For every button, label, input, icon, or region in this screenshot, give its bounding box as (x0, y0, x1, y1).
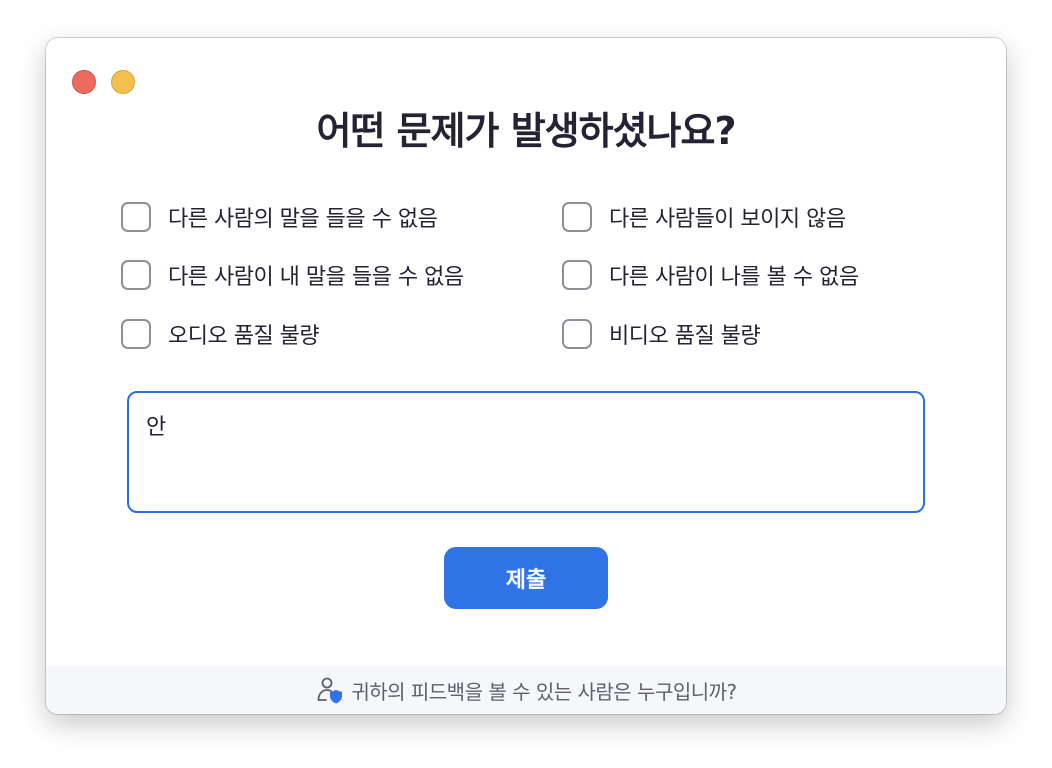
option-label: 다른 사람이 내 말을 들을 수 없음 (168, 265, 464, 290)
option-poor-video-quality[interactable]: 비디오 품질 불량 (562, 318, 761, 350)
option-label: 다른 사람이 나를 볼 수 없음 (609, 265, 859, 290)
submit-button[interactable]: 제출 (444, 547, 608, 609)
checkbox[interactable] (562, 319, 592, 349)
option-others-cannot-hear-me[interactable]: 다른 사람이 내 말을 들을 수 없음 (121, 259, 464, 291)
option-label: 비디오 품질 불량 (609, 324, 761, 349)
option-cannot-see-others[interactable]: 다른 사람들이 보이지 않음 (562, 201, 846, 233)
option-label: 다른 사람들이 보이지 않음 (609, 207, 846, 232)
checkbox[interactable] (121, 202, 151, 232)
checkbox[interactable] (562, 202, 592, 232)
checkbox[interactable] (562, 260, 592, 290)
feedback-visibility-link[interactable]: 귀하의 피드백을 볼 수 있는 사람은 누구입니까? (46, 666, 1006, 714)
feedback-textarea[interactable]: 안 (127, 391, 925, 513)
dialog-title: 어떤 문제가 발생하셨나요? (316, 109, 736, 153)
option-poor-audio-quality[interactable]: 오디오 품질 불량 (121, 318, 320, 350)
option-others-cannot-see-me[interactable]: 다른 사람이 나를 볼 수 없음 (562, 259, 859, 291)
person-shield-icon (315, 675, 345, 705)
checkbox[interactable] (121, 260, 151, 290)
option-label: 다른 사람의 말을 들을 수 없음 (168, 207, 438, 232)
footer-text: 귀하의 피드백을 볼 수 있는 사람은 누구입니까? (351, 679, 737, 704)
checkbox[interactable] (121, 319, 151, 349)
option-label: 오디오 품질 불량 (168, 324, 320, 349)
option-cannot-hear-others[interactable]: 다른 사람의 말을 들을 수 없음 (121, 201, 438, 233)
feedback-dialog: 어떤 문제가 발생하셨나요? 다른 사람의 말을 들을 수 없음 다른 사람이 … (46, 38, 1006, 714)
minimize-window-button[interactable] (111, 70, 135, 94)
close-window-button[interactable] (72, 70, 96, 94)
